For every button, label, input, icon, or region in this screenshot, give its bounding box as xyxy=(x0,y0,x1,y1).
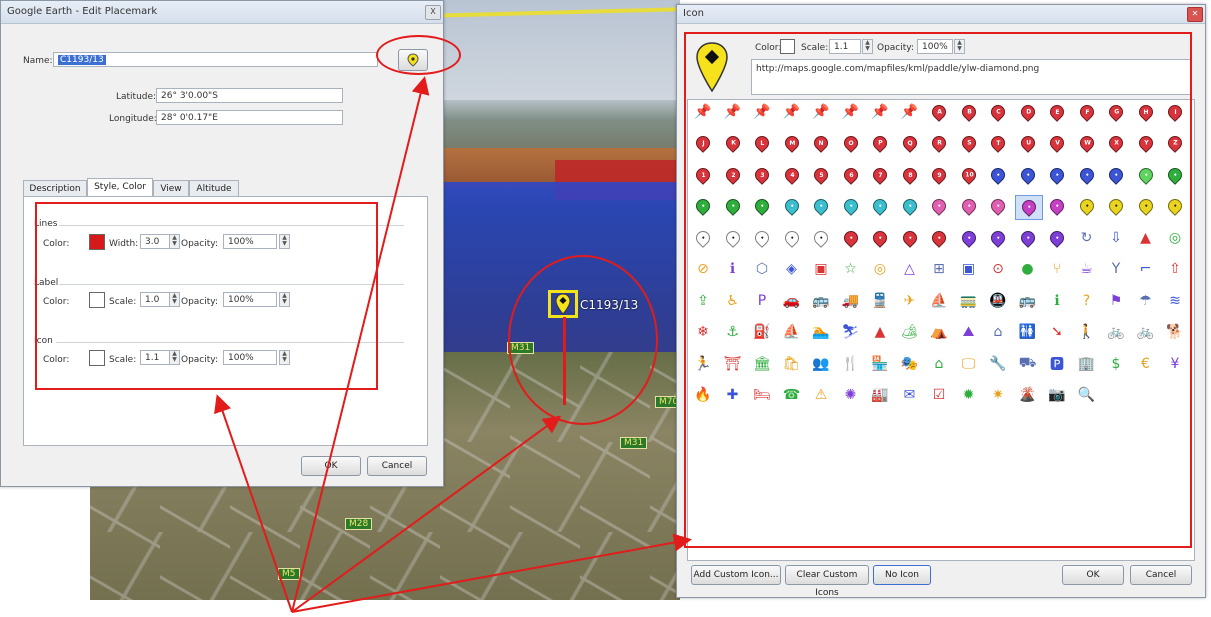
annotation-arrows xyxy=(214,76,692,613)
arrow-to-icon-palette xyxy=(291,533,692,613)
arrow-to-icon-button xyxy=(291,76,430,613)
arrow-to-style-panel xyxy=(214,394,293,613)
